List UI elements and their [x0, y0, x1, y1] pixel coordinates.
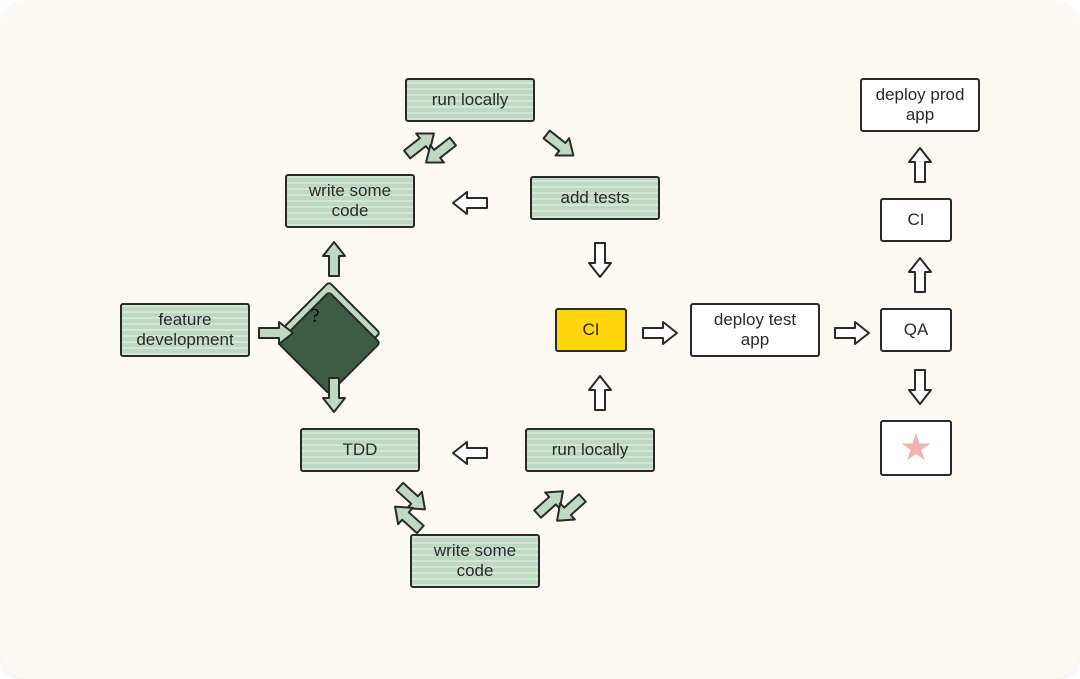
arrow-icon [319, 239, 349, 279]
node-label: deploy prodapp [876, 85, 965, 124]
flowchart-stage: featuredevelopment ? write somecode run … [0, 0, 1080, 679]
node-label: ? [311, 305, 381, 328]
node-label: write somecode [434, 541, 516, 580]
arrow-icon [905, 145, 935, 185]
arrow-icon [905, 367, 935, 407]
node-label: featuredevelopment [136, 310, 233, 349]
diagram-card: featuredevelopment ? write somecode run … [0, 0, 1080, 679]
arrow-icon [450, 188, 490, 218]
node-label: CI [908, 210, 925, 230]
node-label: write somecode [309, 181, 391, 220]
arrow-icon [640, 318, 680, 348]
node-feature-development: featuredevelopment [120, 303, 250, 357]
arrow-icon [256, 318, 296, 348]
node-ci-right: CI [880, 198, 952, 242]
double-arrow-icon [530, 476, 589, 535]
node-label: run locally [552, 440, 629, 460]
node-label: TDD [343, 440, 378, 460]
node-qa: QA [880, 308, 952, 352]
node-deploy-test-app: deploy testapp [690, 303, 820, 357]
node-failure [880, 420, 952, 476]
node-label: CI [583, 320, 600, 340]
star-burst-icon [901, 433, 931, 463]
double-arrow-icon [380, 478, 439, 537]
node-run-locally-top: run locally [405, 78, 535, 122]
arrow-icon [319, 375, 349, 415]
node-tdd: TDD [300, 428, 420, 472]
node-label: deploy testapp [714, 310, 796, 349]
node-write-some-code-bottom: write somecode [410, 534, 540, 588]
double-arrow-icon [400, 119, 459, 178]
node-label: run locally [432, 90, 509, 110]
node-run-locally-bottom: run locally [525, 428, 655, 472]
arrow-icon [585, 240, 615, 280]
node-label: add tests [561, 188, 630, 208]
node-deploy-prod-app: deploy prodapp [860, 78, 980, 132]
node-ci-yellow: CI [555, 308, 627, 352]
arrow-icon [905, 255, 935, 295]
node-add-tests: add tests [530, 176, 660, 220]
arrow-icon [450, 438, 490, 468]
arrow-icon [832, 318, 872, 348]
arrow-icon [535, 121, 585, 169]
node-label: QA [904, 320, 929, 340]
arrow-icon [585, 373, 615, 413]
node-write-some-code-top: write somecode [285, 174, 415, 228]
